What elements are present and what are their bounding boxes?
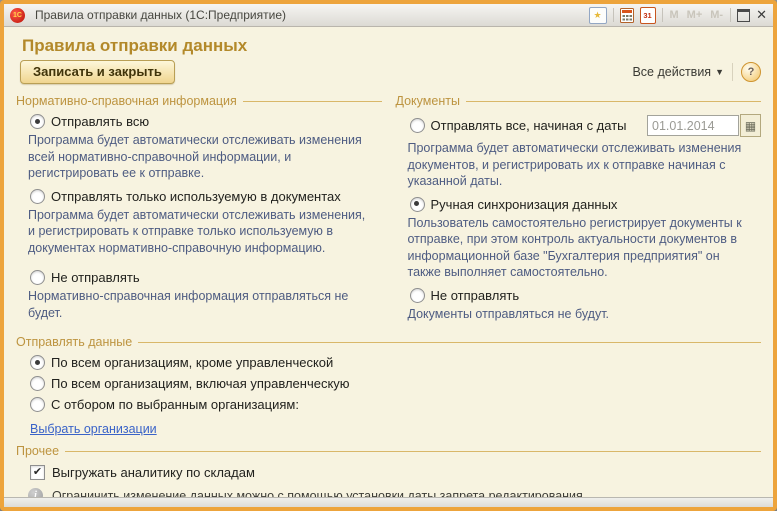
all-actions-button[interactable]: Все действия ▼ — [632, 65, 724, 79]
radio-icon[interactable] — [30, 114, 45, 129]
radio-nsi-send-all-description: Программа будет автоматически отслеживат… — [28, 132, 372, 182]
group-send-data-header: Отправлять данные — [16, 335, 761, 349]
group-nsi: Нормативно-справочная информация Отправл… — [16, 90, 382, 328]
radio-docs-send-from-date-description: Программа будет автоматически отслеживат… — [408, 140, 752, 190]
radio-docs-manual-sync[interactable]: Ручная синхронизация данных — [410, 197, 762, 212]
radio-icon[interactable] — [30, 270, 45, 285]
window-title: Правила отправки данных (1С:Предприятие) — [31, 8, 583, 22]
chevron-down-icon: ▼ — [715, 67, 724, 77]
start-date-input[interactable] — [647, 115, 739, 136]
group-line — [65, 451, 761, 452]
help-button[interactable]: ? — [741, 62, 761, 82]
titlebar-separator — [730, 8, 731, 22]
memory-m-minus-button[interactable]: M- — [709, 9, 724, 21]
save-and-close-button[interactable]: Записать и закрыть — [20, 60, 175, 84]
group-other-title: Прочее — [16, 444, 59, 458]
group-send-data-title: Отправлять данные — [16, 335, 132, 349]
radio-nsi-send-used[interactable]: Отправлять только используемую в докумен… — [30, 189, 382, 204]
memory-m-plus-button[interactable]: M+ — [686, 9, 704, 21]
group-documents-title: Документы — [396, 94, 460, 108]
radio-icon[interactable] — [30, 189, 45, 204]
all-actions-label: Все действия — [632, 65, 711, 79]
app-window: 1С Правила отправки данных (1С:Предприят… — [0, 0, 777, 511]
checkbox-export-warehouse-analytics[interactable]: ✔ Выгружать аналитику по складам — [30, 465, 761, 480]
radio-nsi-send-used-description: Программа будет автоматически отслеживат… — [28, 207, 372, 257]
radio-docs-dont-send[interactable]: Не отправлять — [410, 288, 762, 303]
group-line — [138, 342, 761, 343]
toolbar: Записать и закрыть Все действия ▼ ? — [20, 60, 761, 84]
group-line — [243, 101, 382, 102]
radio-icon[interactable] — [30, 355, 45, 370]
calendar-icon[interactable]: 31 — [640, 7, 656, 24]
choose-organizations-link[interactable]: Выбрать организации — [30, 422, 157, 436]
group-other-header: Прочее — [16, 444, 761, 458]
radio-all-orgs-except-management[interactable]: По всем организациям, кроме управленческ… — [30, 355, 761, 370]
group-documents: Документы Отправлять все, начиная с даты… — [396, 90, 762, 329]
radio-nsi-dont-send-description: Нормативно-справочная информация отправл… — [28, 288, 372, 321]
radio-icon[interactable] — [410, 288, 425, 303]
favorites-icon[interactable]: ★ — [589, 7, 607, 24]
calculator-icon[interactable] — [620, 8, 634, 23]
date-field-group: ▦ — [647, 114, 761, 137]
toolbar-right: Все действия ▼ ? — [632, 62, 761, 82]
radio-icon[interactable] — [30, 376, 45, 391]
titlebar-separator — [662, 8, 663, 22]
maximize-button[interactable] — [737, 9, 750, 22]
radio-docs-dont-send-description: Документы отправляться не будут. — [408, 306, 752, 323]
radio-all-orgs-including-management[interactable]: По всем организациям, включая управленче… — [30, 376, 761, 391]
form-content: Правила отправки данных Записать и закры… — [4, 36, 773, 511]
radio-icon[interactable] — [410, 197, 425, 212]
radio-icon[interactable] — [410, 118, 425, 133]
memory-m-button[interactable]: M — [669, 9, 680, 21]
page-title: Правила отправки данных — [22, 36, 763, 56]
radio-docs-send-from-date[interactable]: Отправлять все, начиная с даты ▦ — [410, 114, 762, 137]
radio-docs-manual-sync-description: Пользователь самостоятельно регистрирует… — [408, 215, 752, 281]
window-titlebar: 1С Правила отправки данных (1С:Предприят… — [4, 4, 773, 27]
app-logo-icon: 1С — [10, 8, 25, 23]
date-picker-icon[interactable]: ▦ — [740, 114, 761, 137]
radio-nsi-dont-send[interactable]: Не отправлять — [30, 270, 382, 285]
checkbox-icon[interactable]: ✔ — [30, 465, 45, 480]
group-nsi-header: Нормативно-справочная информация — [16, 94, 382, 108]
titlebar-separator — [613, 8, 614, 22]
group-nsi-title: Нормативно-справочная информация — [16, 94, 237, 108]
group-send-data: Отправлять данные По всем организациям, … — [16, 335, 761, 438]
radio-icon[interactable] — [30, 397, 45, 412]
group-documents-header: Документы — [396, 94, 762, 108]
titlebar-buttons: ★ 31 M M+ M- ✕ — [589, 7, 768, 24]
radio-nsi-send-all[interactable]: Отправлять всю — [30, 114, 382, 129]
group-line — [466, 101, 761, 102]
radio-selected-orgs[interactable]: С отбором по выбранным организациям: — [30, 397, 761, 412]
toolbar-separator — [732, 63, 733, 81]
close-button[interactable]: ✕ — [756, 8, 767, 22]
window-bottom-edge — [4, 497, 773, 507]
